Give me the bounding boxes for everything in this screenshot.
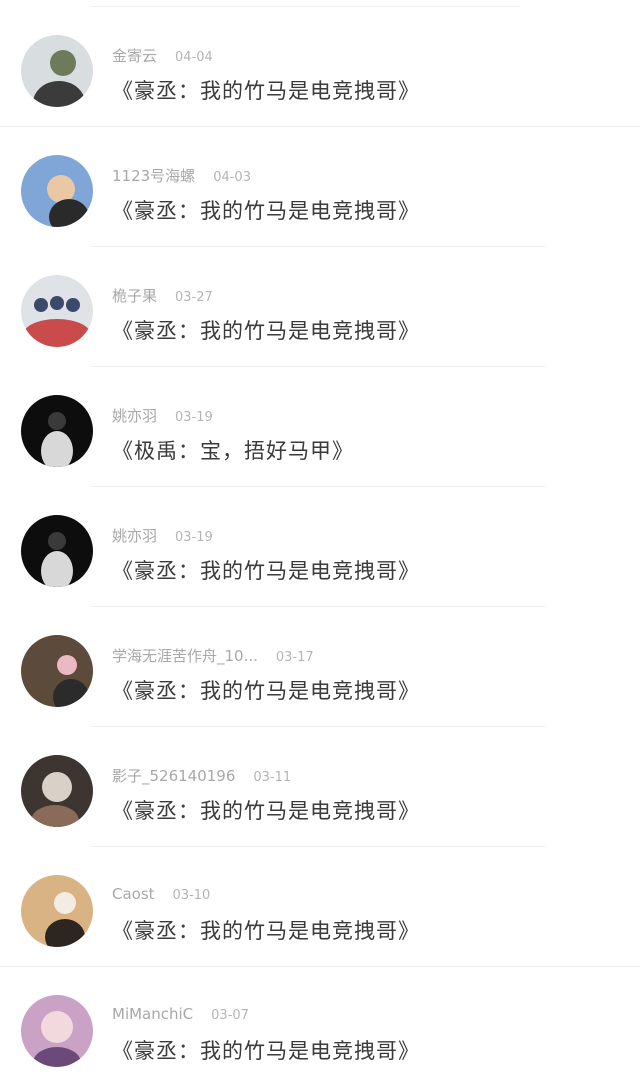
avatar-image [21,155,93,227]
book-title[interactable]: 《豪丞：我的竹马是电竞拽哥》 [112,675,420,705]
comment-date: 03-11 [253,770,292,785]
book-title[interactable]: 《极禹：宝，捂好马甲》 [112,435,354,465]
comment-meta: Caost 03-10 [112,885,210,905]
avatar[interactable] [21,875,93,947]
username[interactable]: 影子_526140196 [112,765,235,786]
comment-date: 03-19 [175,410,213,425]
username[interactable]: Caost [112,885,155,903]
comment-meta: 1123号海螺 04-03 [112,165,251,185]
avatar[interactable] [21,395,93,467]
avatar-image [21,875,93,947]
avatar-image [21,635,93,707]
comment-date: 04-03 [213,170,251,185]
avatar[interactable] [21,755,93,827]
book-title[interactable]: 《豪丞：我的竹马是电竞拽哥》 [112,555,420,585]
comment-date: 03-07 [211,1008,249,1023]
comment-meta: 金寄云 04-04 [112,45,213,65]
comment-meta: 影子_526140196 03-11 [112,765,291,785]
comment-date: 03-17 [275,650,314,665]
avatar[interactable] [21,275,93,347]
avatar-image [21,755,93,827]
username[interactable]: 桅子果 [112,285,157,306]
comment-meta: 姚亦羽 03-19 [112,405,213,425]
avatar-image [21,515,93,587]
username[interactable]: 姚亦羽 [112,405,157,426]
comment-date: 04-04 [175,50,213,65]
list-item[interactable]: 姚亦羽 03-19 《豪丞：我的竹马是电竞拽哥》 [0,487,640,607]
comment-meta: MiManchiC 03-07 [112,1005,249,1025]
list-item[interactable]: Caost 03-10 《豪丞：我的竹马是电竞拽哥》 [0,847,640,967]
list-item[interactable]: 金寄云 04-04 《豪丞：我的竹马是电竞拽哥》 [0,7,640,127]
book-title[interactable]: 《豪丞：我的竹马是电竞拽哥》 [112,1035,420,1065]
avatar[interactable] [21,995,93,1067]
comment-date: 03-19 [175,530,213,545]
book-title[interactable]: 《豪丞：我的竹马是电竞拽哥》 [112,795,420,825]
list-item[interactable]: 学海无涯苦作舟_10... 03-17 《豪丞：我的竹马是电竞拽哥》 [0,607,640,727]
avatar-image [21,35,93,107]
avatar-image [21,275,93,347]
comment-meta: 学海无涯苦作舟_10... 03-17 [112,645,314,665]
book-title[interactable]: 《豪丞：我的竹马是电竞拽哥》 [112,75,420,105]
avatar[interactable] [21,515,93,587]
comment-meta: 姚亦羽 03-19 [112,525,213,545]
avatar[interactable] [21,35,93,107]
list-item[interactable]: 影子_526140196 03-11 《豪丞：我的竹马是电竞拽哥》 [0,727,640,847]
username[interactable]: 学海无涯苦作舟_10... [112,645,258,666]
comment-feed: 金寄云 04-04 《豪丞：我的竹马是电竞拽哥》 1123号海螺 04-03 《豪丞… [0,0,640,1079]
username[interactable]: MiManchiC [112,1005,193,1023]
username[interactable]: 1123号海螺 [112,165,195,186]
list-item[interactable]: MiManchiC 03-07 《豪丞：我的竹马是电竞拽哥》 [0,967,640,1087]
username[interactable]: 金寄云 [112,45,157,66]
list-item[interactable]: 桅子果 03-27 《豪丞：我的竹马是电竞拽哥》 [0,247,640,367]
avatar[interactable] [21,635,93,707]
list-item[interactable]: 姚亦羽 03-19 《极禹：宝，捂好马甲》 [0,367,640,487]
avatar[interactable] [21,155,93,227]
username[interactable]: 姚亦羽 [112,525,157,546]
avatar-image [21,395,93,467]
comment-date: 03-27 [175,290,213,305]
comment-meta: 桅子果 03-27 [112,285,213,305]
list-item[interactable]: 1123号海螺 04-03 《豪丞：我的竹马是电竞拽哥》 [0,127,640,247]
avatar-image [21,995,93,1067]
book-title[interactable]: 《豪丞：我的竹马是电竞拽哥》 [112,915,420,945]
comment-date: 03-10 [172,888,211,903]
book-title[interactable]: 《豪丞：我的竹马是电竞拽哥》 [112,195,420,225]
book-title[interactable]: 《豪丞：我的竹马是电竞拽哥》 [112,315,420,345]
